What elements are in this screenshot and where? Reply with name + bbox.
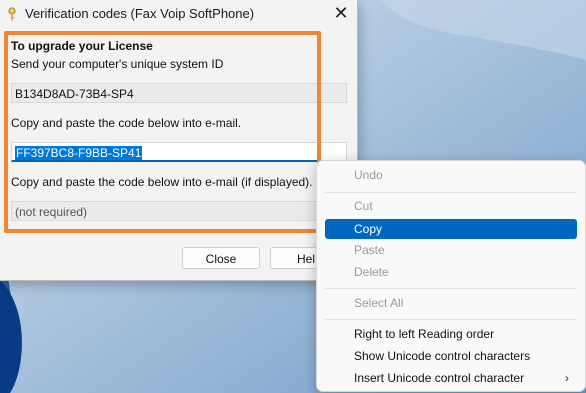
title-bar[interactable]: Verification codes (Fax Voip SoftPhone) …	[0, 0, 357, 28]
menu-separator	[325, 192, 577, 193]
menu-item-undo[interactable]: Undo	[325, 165, 577, 185]
license-subtext: Send your computer's unique system ID	[11, 57, 224, 71]
not-required-text: (not required)	[15, 205, 88, 219]
menu-item-cut[interactable]: Cut	[325, 196, 577, 216]
menu-item-select-all[interactable]: Select All	[325, 293, 577, 313]
verification-dialog: Verification codes (Fax Voip SoftPhone) …	[0, 0, 358, 281]
key-icon	[8, 7, 16, 21]
close-button[interactable]: Close	[182, 247, 260, 269]
menu-item-insert-unicode[interactable]: Insert Unicode control character ›	[325, 368, 577, 388]
menu-separator	[325, 319, 577, 320]
code-field[interactable]: FF397BC8-F9BB-SP41	[11, 142, 347, 162]
menu-item-copy[interactable]: Copy	[325, 219, 577, 239]
menu-item-show-unicode[interactable]: Show Unicode control characters	[325, 346, 577, 366]
window-title: Verification codes (Fax Voip SoftPhone)	[25, 6, 255, 21]
selected-code-text[interactable]: FF397BC8-F9BB-SP41	[15, 146, 143, 160]
menu-item-paste[interactable]: Paste	[325, 240, 577, 260]
close-icon[interactable]: ✕	[328, 2, 354, 24]
license-heading: To upgrade your License	[11, 39, 153, 53]
instruction-label-optional: Copy and paste the code below into e-mai…	[11, 175, 313, 189]
chevron-right-icon: ›	[565, 371, 569, 385]
context-menu: Undo Cut Copy Paste Delete Select All Ri…	[316, 160, 586, 392]
menu-item-delete[interactable]: Delete	[325, 262, 577, 282]
optional-code-field[interactable]: (not required)	[11, 201, 347, 221]
menu-item-rtl-reading-order[interactable]: Right to left Reading order	[325, 324, 577, 344]
instruction-label: Copy and paste the code below into e-mai…	[11, 116, 242, 130]
system-id-field[interactable]: B134D8AD-73B4-SP4	[11, 83, 347, 103]
menu-item-insert-unicode-label: Insert Unicode control character	[354, 371, 525, 385]
menu-separator	[325, 288, 577, 289]
